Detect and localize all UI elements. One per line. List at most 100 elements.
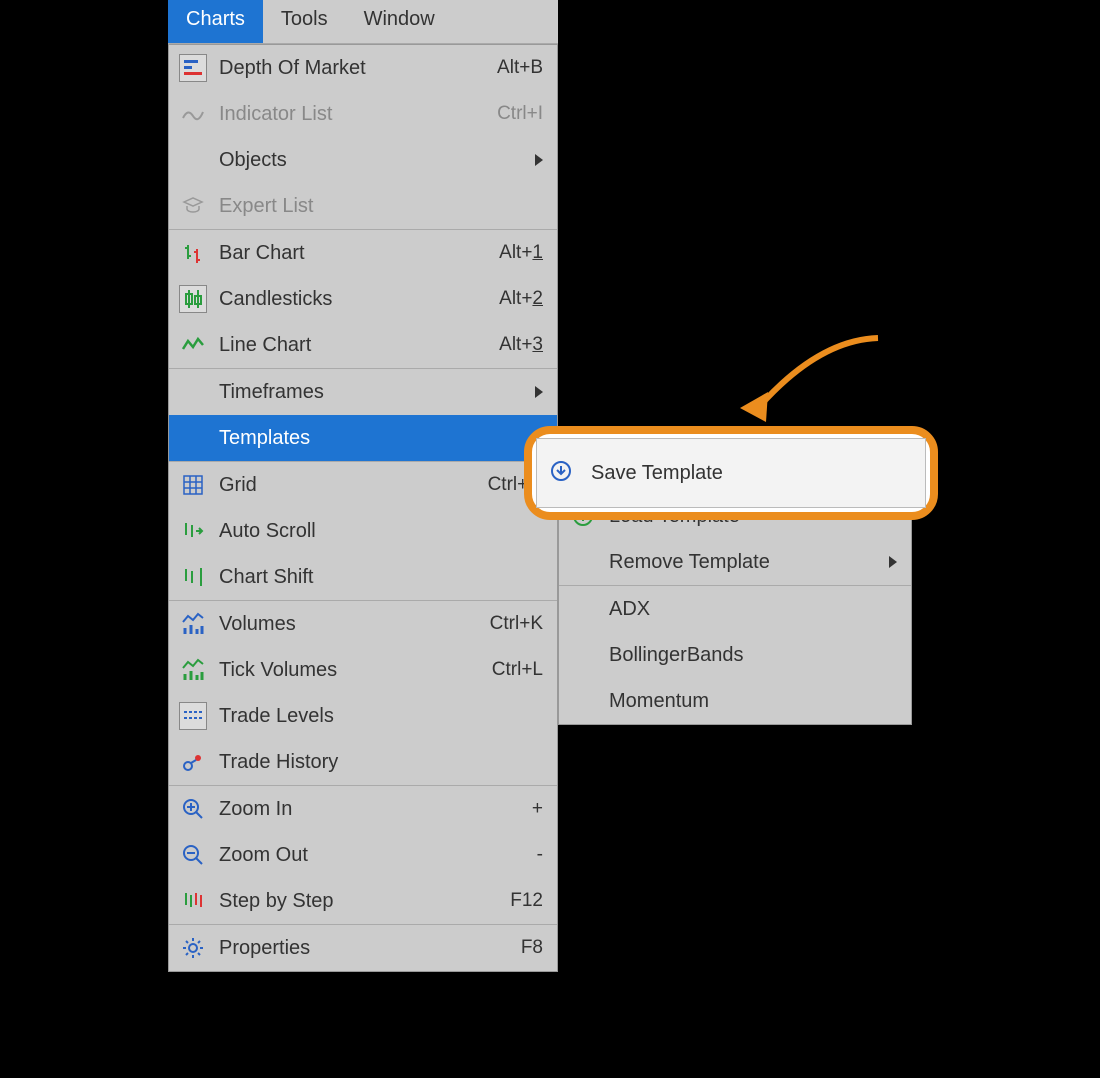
menu-label: Timeframes (219, 381, 535, 404)
tick-volumes-icon (179, 656, 207, 684)
menu-label: Properties (219, 937, 521, 960)
shortcut: Ctrl+G (488, 474, 543, 496)
shortcut: F12 (510, 890, 543, 912)
bar-chart-icon (179, 239, 207, 267)
submenu-preset-bollinger[interactable]: BollingerBands (559, 632, 911, 678)
menu-line-chart[interactable]: Line Chart Alt+3 (169, 322, 557, 368)
download-circle-icon (569, 456, 597, 484)
shortcut: Ctrl+K (490, 613, 543, 635)
submenu-load-template[interactable]: Load Template (559, 493, 911, 539)
blank-icon (569, 687, 597, 715)
menubar-tools[interactable]: Tools (263, 0, 346, 43)
menu-label: Trade History (219, 751, 543, 774)
upload-circle-icon (569, 502, 597, 530)
blank-icon (569, 595, 597, 623)
menu-trade-history[interactable]: Trade History (169, 739, 557, 785)
expert-list-icon (179, 192, 207, 220)
shortcut: Alt+1 (499, 242, 543, 264)
submenu-preset-momentum[interactable]: Momentum (559, 678, 911, 724)
shortcut: Ctrl+I (497, 103, 543, 125)
menu-depth-of-market[interactable]: Depth Of Market Alt+B (169, 45, 557, 91)
shortcut: Alt+2 (499, 288, 543, 310)
menu-templates[interactable]: Templates (169, 415, 557, 461)
menu-bar-chart[interactable]: Bar Chart Alt+1 (169, 230, 557, 276)
submenu-label: Remove Template (609, 551, 889, 574)
menu-step-by-step[interactable]: Step by Step F12 (169, 878, 557, 924)
shortcut: F8 (521, 937, 543, 959)
templates-submenu: Save Template Load Template Remove Templ… (558, 446, 912, 725)
menu-indicator-list: Indicator List Ctrl+I (169, 91, 557, 137)
callout-arrow-icon (728, 330, 888, 440)
indicator-list-icon (179, 100, 207, 128)
auto-scroll-icon (179, 517, 207, 545)
menu-label: Zoom In (219, 798, 532, 821)
depth-of-market-icon (179, 54, 207, 82)
trade-history-icon (179, 748, 207, 776)
menu-label: Grid (219, 474, 488, 497)
menu-label: Line Chart (219, 334, 499, 357)
blank-icon (179, 378, 207, 406)
menu-grid[interactable]: Grid Ctrl+G (169, 462, 557, 508)
menu-label: Expert List (219, 195, 543, 218)
menu-zoom-in[interactable]: Zoom In + (169, 786, 557, 832)
menu-label: Indicator List (219, 103, 497, 126)
volumes-icon (179, 610, 207, 638)
shortcut: - (537, 844, 543, 866)
shortcut: Alt+B (497, 57, 543, 79)
menu-objects[interactable]: Objects (169, 137, 557, 183)
submenu-arrow-icon (535, 432, 543, 444)
submenu-preset-adx[interactable]: ADX (559, 586, 911, 632)
menubar-charts[interactable]: Charts (168, 0, 263, 43)
menu-expert-list: Expert List (169, 183, 557, 229)
grid-icon (179, 471, 207, 499)
menu-label: Trade Levels (219, 705, 543, 728)
charts-dropdown: Depth Of Market Alt+B Indicator List Ctr… (168, 44, 558, 972)
step-by-step-icon (179, 887, 207, 915)
menu-volumes[interactable]: Volumes Ctrl+K (169, 601, 557, 647)
submenu-label: ADX (609, 598, 897, 621)
blank-icon (179, 424, 207, 452)
shortcut: + (532, 798, 543, 820)
submenu-remove-template[interactable]: Remove Template (559, 539, 911, 585)
menu-label: Zoom Out (219, 844, 537, 867)
menu-label: Volumes (219, 613, 490, 636)
menu-properties[interactable]: Properties F8 (169, 925, 557, 971)
menu-trade-levels[interactable]: Trade Levels (169, 693, 557, 739)
zoom-in-icon (179, 795, 207, 823)
menu-label: Templates (219, 427, 535, 450)
menu-label: Auto Scroll (219, 520, 543, 543)
menu-label: Step by Step (219, 890, 510, 913)
gear-icon (179, 934, 207, 962)
menu-label: Candlesticks (219, 288, 499, 311)
submenu-arrow-icon (535, 154, 543, 166)
menu-candlesticks[interactable]: Candlesticks Alt+2 (169, 276, 557, 322)
submenu-label: Momentum (609, 690, 897, 713)
shortcut: Alt+3 (499, 334, 543, 356)
zoom-out-icon (179, 841, 207, 869)
blank-icon (179, 146, 207, 174)
menu-label: Chart Shift (219, 566, 543, 589)
line-chart-icon (179, 331, 207, 359)
menubar: Charts Tools Window (168, 0, 558, 44)
menu-label: Depth Of Market (219, 57, 497, 80)
menu-timeframes[interactable]: Timeframes (169, 369, 557, 415)
menu-label: Objects (219, 149, 535, 172)
menu-zoom-out[interactable]: Zoom Out - (169, 832, 557, 878)
submenu-arrow-icon (889, 556, 897, 568)
candlesticks-icon (179, 285, 207, 313)
trade-levels-icon (179, 702, 207, 730)
shortcut: Ctrl+L (492, 659, 543, 681)
submenu-label: Load Template (609, 505, 897, 528)
menubar-window[interactable]: Window (346, 0, 453, 43)
menu-tick-volumes[interactable]: Tick Volumes Ctrl+L (169, 647, 557, 693)
menu-chart-shift[interactable]: Chart Shift (169, 554, 557, 600)
submenu-label: Save Template (609, 459, 897, 482)
blank-icon (569, 641, 597, 669)
submenu-arrow-icon (535, 386, 543, 398)
submenu-save-template[interactable]: Save Template (559, 447, 911, 493)
menu-auto-scroll[interactable]: Auto Scroll (169, 508, 557, 554)
menu-label: Bar Chart (219, 242, 499, 265)
submenu-label: BollingerBands (609, 644, 897, 667)
menu-label: Tick Volumes (219, 659, 492, 682)
blank-icon (569, 548, 597, 576)
